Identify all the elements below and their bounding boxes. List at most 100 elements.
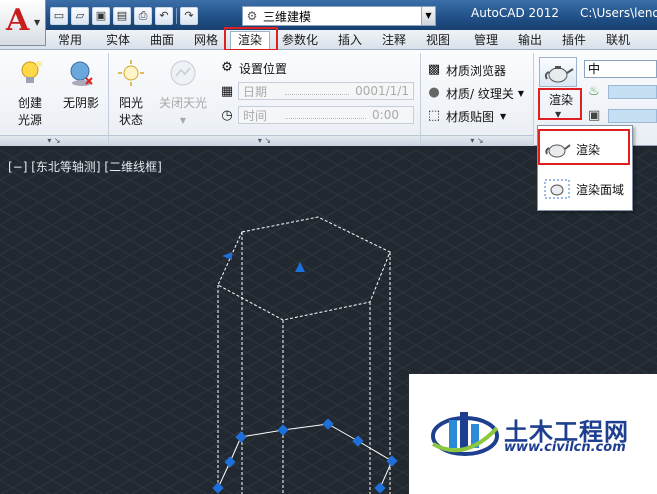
render-button-label: 渲染 (548, 93, 573, 107)
panel-footer-materials[interactable]: ▾ ↘ (421, 135, 533, 146)
teapot-icon (545, 144, 571, 158)
undo-icon[interactable]: ↶ (155, 7, 173, 25)
watermark-url: www.civilcn.com (504, 440, 626, 455)
menu-item-render-region-label: 渲染面域 (576, 182, 625, 197)
menu-item-render-region[interactable]: 渲染面域 (542, 174, 630, 204)
tab-plugins[interactable]: 插件 (556, 32, 592, 50)
material-sphere-icon: ● (428, 85, 440, 100)
time-value: 0:00 (372, 108, 399, 122)
panel-separator (420, 53, 421, 146)
menu-item-render-label: 渲染 (576, 142, 601, 157)
material-browser-button[interactable]: ▩ 材质浏览器 (425, 60, 506, 80)
tab-home[interactable]: 常用 (52, 32, 88, 50)
clock-icon: ◷ (221, 108, 233, 123)
sun-status-label-2: 状态 (118, 113, 143, 127)
render-window-icon[interactable]: ▣ (588, 108, 600, 123)
render-dropdown-button[interactable]: 渲染 (542, 92, 580, 110)
render-output-bar (608, 109, 657, 123)
render-preset-icon[interactable]: ♨ (588, 84, 600, 99)
tab-mesh[interactable]: 网格 (188, 32, 224, 50)
material-texture-label: 材质/ 纹理关 (446, 86, 514, 101)
chevron-down-icon: ▼ (500, 111, 507, 121)
viewport-controls-label[interactable]: [−] [东北等轴测] [二维线框] (8, 158, 162, 175)
autocad-window: ▭ ▱ ▣ ▤ ⎙ ↶ ↷ ⚙ 三维建模 ▼ AutoCAD 2012 C:\U… (0, 0, 657, 494)
date-slider-track[interactable] (285, 87, 350, 95)
material-mapping-button[interactable]: ⬚ 材质贴图 ▼ (425, 106, 506, 126)
render-progress-bar (608, 85, 657, 99)
sky-off-label: 关闭天光 (158, 96, 207, 110)
save-icon[interactable]: ▣ (92, 7, 110, 25)
light-bulb-icon (21, 61, 42, 83)
title-bar: ▭ ▱ ▣ ▤ ⎙ ↶ ↷ ⚙ 三维建模 ▼ AutoCAD 2012 C:\U… (0, 0, 657, 30)
tab-parametric[interactable]: 参数化 (276, 32, 324, 50)
chevron-down-icon[interactable]: ▼ (421, 7, 435, 25)
chevron-down-icon: ▼ (179, 116, 187, 125)
no-shadow-label: 无阴影 (62, 96, 99, 110)
date-slider[interactable]: 日期 0001/1/1 (238, 82, 414, 100)
toolbar-separator (176, 8, 177, 24)
panel-footer-lights[interactable]: ▾ ↘ (0, 135, 108, 146)
time-label: 时间 (243, 108, 268, 123)
chevron-down-icon: ▼ (517, 88, 525, 98)
file-path: C:\Users\leno (580, 6, 657, 20)
create-light-label-2: 光源 (17, 113, 42, 127)
sun-icon (118, 60, 144, 86)
panel-separator (108, 53, 109, 146)
application-menu-button[interactable]: A ▼ (0, 0, 46, 46)
autocad-logo-icon: A (6, 3, 30, 38)
ribbon-tab-bar: 常用 实体 曲面 网格 渲染 参数化 插入 注释 视图 管理 输出 插件 联机 (0, 30, 657, 51)
gear-icon: ⚙ (246, 9, 258, 23)
tab-online[interactable]: 联机 (600, 32, 636, 50)
render-region-icon (544, 179, 570, 199)
material-mapping-icon: ⬚ (427, 108, 441, 123)
tab-render[interactable]: 渲染 (230, 31, 270, 51)
tab-view[interactable]: 视图 (420, 32, 456, 50)
app-title: AutoCAD 2012 (471, 6, 560, 20)
create-light-button[interactable]: 创建 光源 (8, 58, 52, 129)
tab-output[interactable]: 输出 (512, 32, 548, 50)
time-slider[interactable]: 时间 0:00 (238, 106, 414, 124)
material-texture-toggle[interactable]: ● 材质/ 纹理关 ▼ (425, 83, 524, 103)
time-row: ◷ (218, 106, 239, 126)
date-row: ▦ (218, 82, 239, 102)
shadow-sphere-icon (70, 61, 93, 86)
chevron-down-icon: ▼ (34, 18, 41, 27)
set-location-label: 设置位置 (239, 61, 288, 76)
no-shadow-button[interactable]: 无阴影 (58, 58, 104, 112)
sky-icon (170, 60, 196, 86)
panel-footer-sun[interactable]: ▾ ↘ (109, 135, 420, 146)
material-browser-label: 材质浏览器 (446, 63, 507, 78)
civilcn-logo-icon (431, 412, 499, 456)
render-quality-select[interactable]: 中 (584, 60, 657, 78)
create-light-label-1: 创建 (17, 96, 42, 110)
tab-insert[interactable]: 插入 (332, 32, 368, 50)
redo-icon[interactable]: ↷ (180, 7, 198, 25)
chevron-down-icon: ▼ (555, 110, 562, 119)
sun-status-button[interactable]: 阳光 状态 (113, 58, 149, 129)
quick-access-toolbar: ▭ ▱ ▣ ▤ ⎙ ↶ ↷ (50, 6, 198, 26)
open-icon[interactable]: ▱ (71, 7, 89, 25)
print-icon[interactable]: ⎙ (134, 7, 152, 25)
sky-off-button[interactable]: 关闭天光 ▼ (155, 58, 211, 129)
saveas-icon[interactable]: ▤ (113, 7, 131, 25)
calendar-icon: ▦ (220, 84, 234, 99)
panel-separator (533, 53, 534, 146)
teapot-icon (544, 66, 574, 83)
render-teapot-button[interactable] (539, 57, 577, 87)
workspace-name: 三维建模 (263, 9, 312, 24)
render-dropdown-menu: 渲染 渲染面域 (537, 125, 633, 211)
workspace-selector[interactable]: ⚙ 三维建模 ▼ (242, 6, 436, 26)
sun-status-label-1: 阳光 (118, 96, 143, 110)
new-icon[interactable]: ▭ (50, 7, 68, 25)
date-value: 0001/1/1 (355, 84, 409, 98)
tab-surface[interactable]: 曲面 (144, 32, 180, 50)
time-slider-track[interactable] (285, 111, 367, 119)
date-label: 日期 (243, 84, 268, 99)
set-location-button[interactable]: ⚙ 设置位置 (218, 58, 287, 78)
material-mapping-label: 材质贴图 (446, 109, 495, 124)
tab-manage[interactable]: 管理 (468, 32, 504, 50)
tab-annotate[interactable]: 注释 (376, 32, 412, 50)
tab-solid[interactable]: 实体 (100, 32, 136, 50)
material-browser-icon: ▩ (427, 62, 441, 77)
menu-item-render[interactable]: 渲染 (542, 134, 630, 164)
